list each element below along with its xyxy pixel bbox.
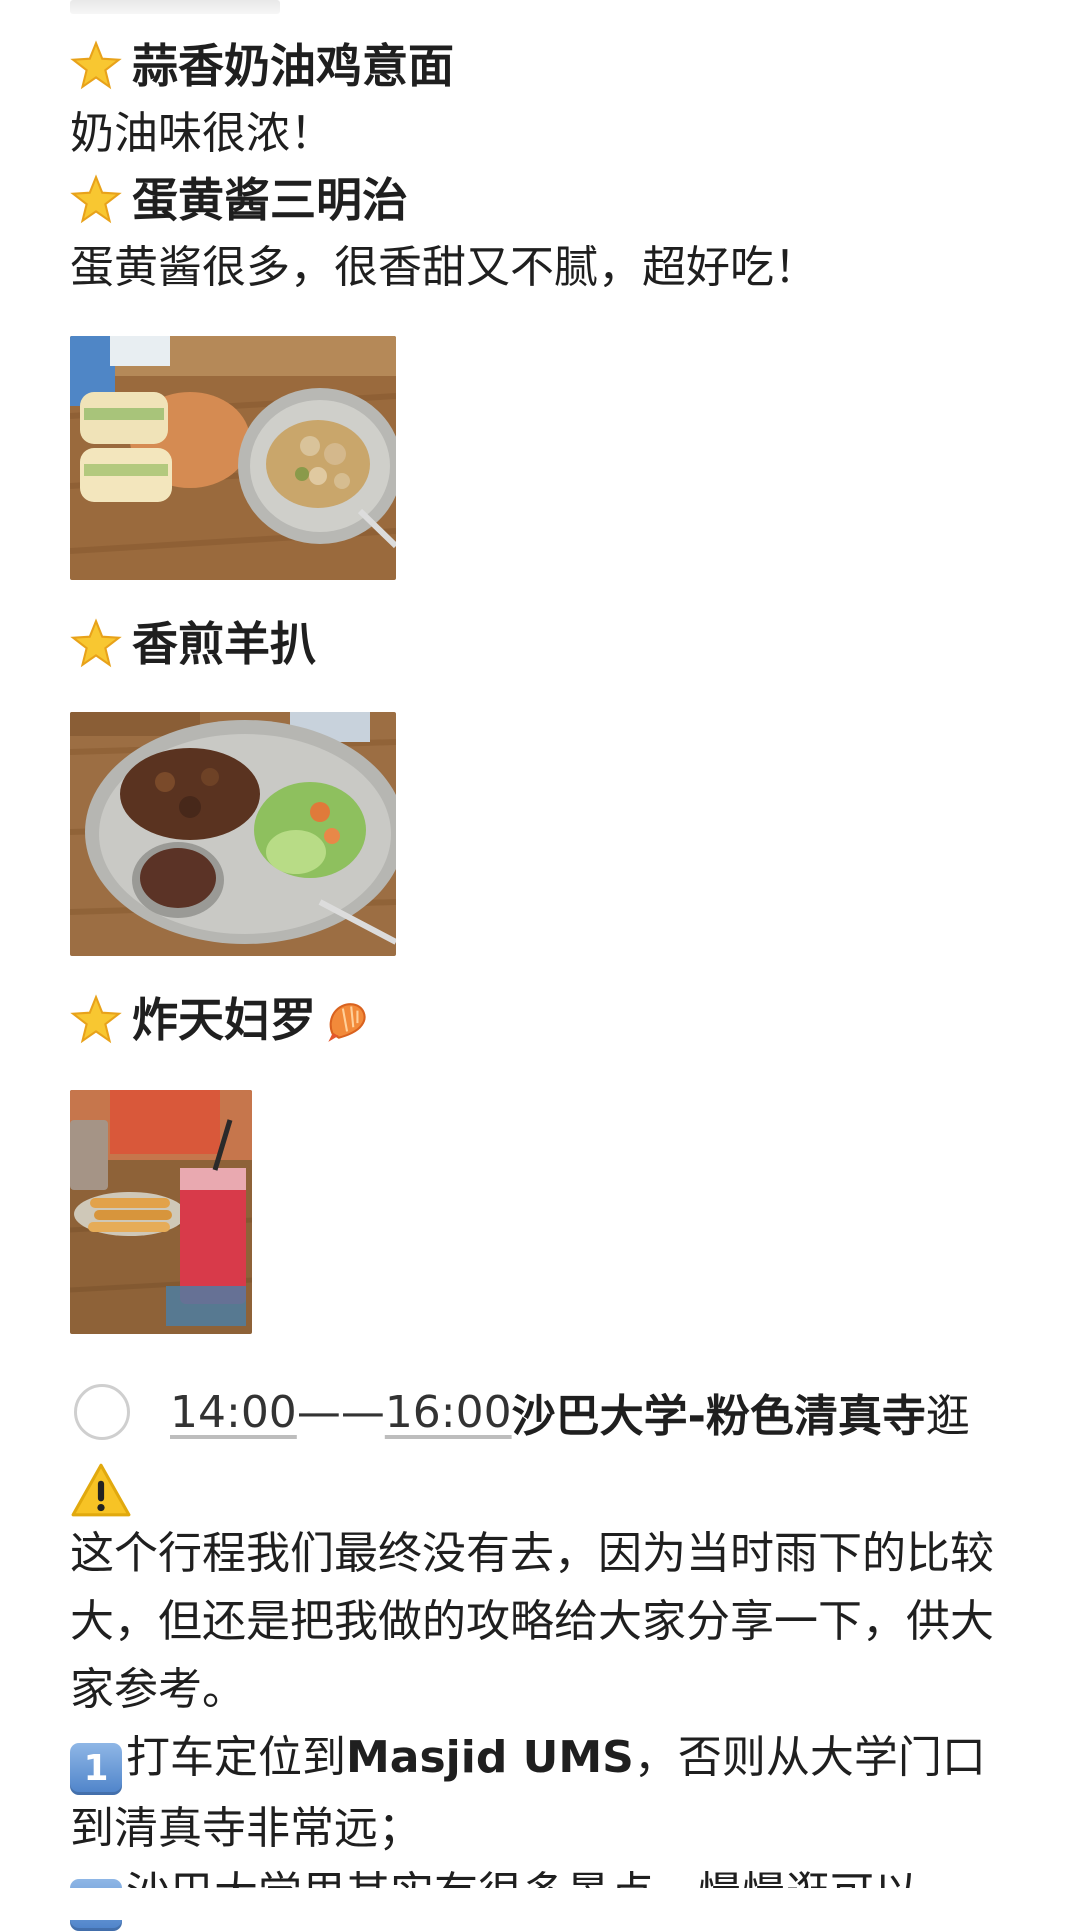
schedule-row: 14:00 —— 16:00 沙巴大学-粉色清真寺 逛 bbox=[170, 1384, 970, 1443]
cropped-top-fragment bbox=[70, 0, 280, 14]
star-emoji-icon bbox=[70, 174, 122, 224]
tip-1: 1 打车定位到Masjid UMS，否则从大学门口到清真寺非常远； bbox=[70, 1724, 1010, 1863]
star-emoji-icon bbox=[70, 618, 122, 668]
time-start[interactable]: 14:00 bbox=[170, 1387, 297, 1438]
keycap-1-icon: 1 bbox=[70, 1743, 122, 1795]
todo-circle-icon[interactable] bbox=[74, 1384, 130, 1440]
item-title-1-text: 蒜香奶油鸡意面 bbox=[132, 39, 454, 93]
time-dash: —— bbox=[296, 1386, 385, 1438]
fried-shrimp-icon bbox=[328, 1003, 366, 1042]
time-end[interactable]: 16:00 bbox=[385, 1387, 512, 1438]
warning-icon bbox=[71, 1463, 131, 1517]
item-desc-2: 蛋黄酱很多，很香甜又不腻，超好吃！ bbox=[70, 242, 818, 293]
star-emoji-icon bbox=[70, 994, 122, 1044]
note-paragraph: 这个行程我们最终没有去，因为当时雨下的比较大，但还是把我做的攻略给大家分享一下，… bbox=[70, 1528, 994, 1715]
item-desc-1: 奶油味很浓！ bbox=[70, 108, 334, 159]
item-title-4: 炸天妇罗 bbox=[70, 994, 372, 1046]
item-title-3: 香煎羊扒 bbox=[70, 618, 316, 670]
note-page: 蒜香奶油鸡意面 奶油味很浓！ 蛋黄酱三明治 蛋黄酱很多，很香甜又不腻，超好吃！ bbox=[0, 0, 1080, 1931]
item-title-2-text: 蛋黄酱三明治 bbox=[132, 173, 408, 227]
item-title-2: 蛋黄酱三明治 bbox=[70, 174, 408, 226]
bottom-crop-mask bbox=[0, 1888, 1080, 1920]
tip-1-pre: 打车定位到 bbox=[126, 1732, 346, 1783]
item-title-4-text: 炸天妇罗 bbox=[132, 993, 316, 1047]
place-name: 沙巴大学-粉色清真寺 bbox=[511, 1391, 926, 1442]
tip-1-bold: Masjid UMS bbox=[346, 1732, 634, 1783]
item-title-1: 蒜香奶油鸡意面 bbox=[70, 40, 454, 92]
place-suffix: 逛 bbox=[925, 1391, 970, 1442]
photo-pasta-sandwich[interactable] bbox=[70, 336, 396, 580]
photo-tempura-drink[interactable] bbox=[70, 1090, 252, 1334]
item-title-3-text: 香煎羊扒 bbox=[132, 617, 316, 671]
photo-lamb-chop[interactable] bbox=[70, 712, 396, 956]
star-emoji-icon bbox=[70, 40, 122, 90]
